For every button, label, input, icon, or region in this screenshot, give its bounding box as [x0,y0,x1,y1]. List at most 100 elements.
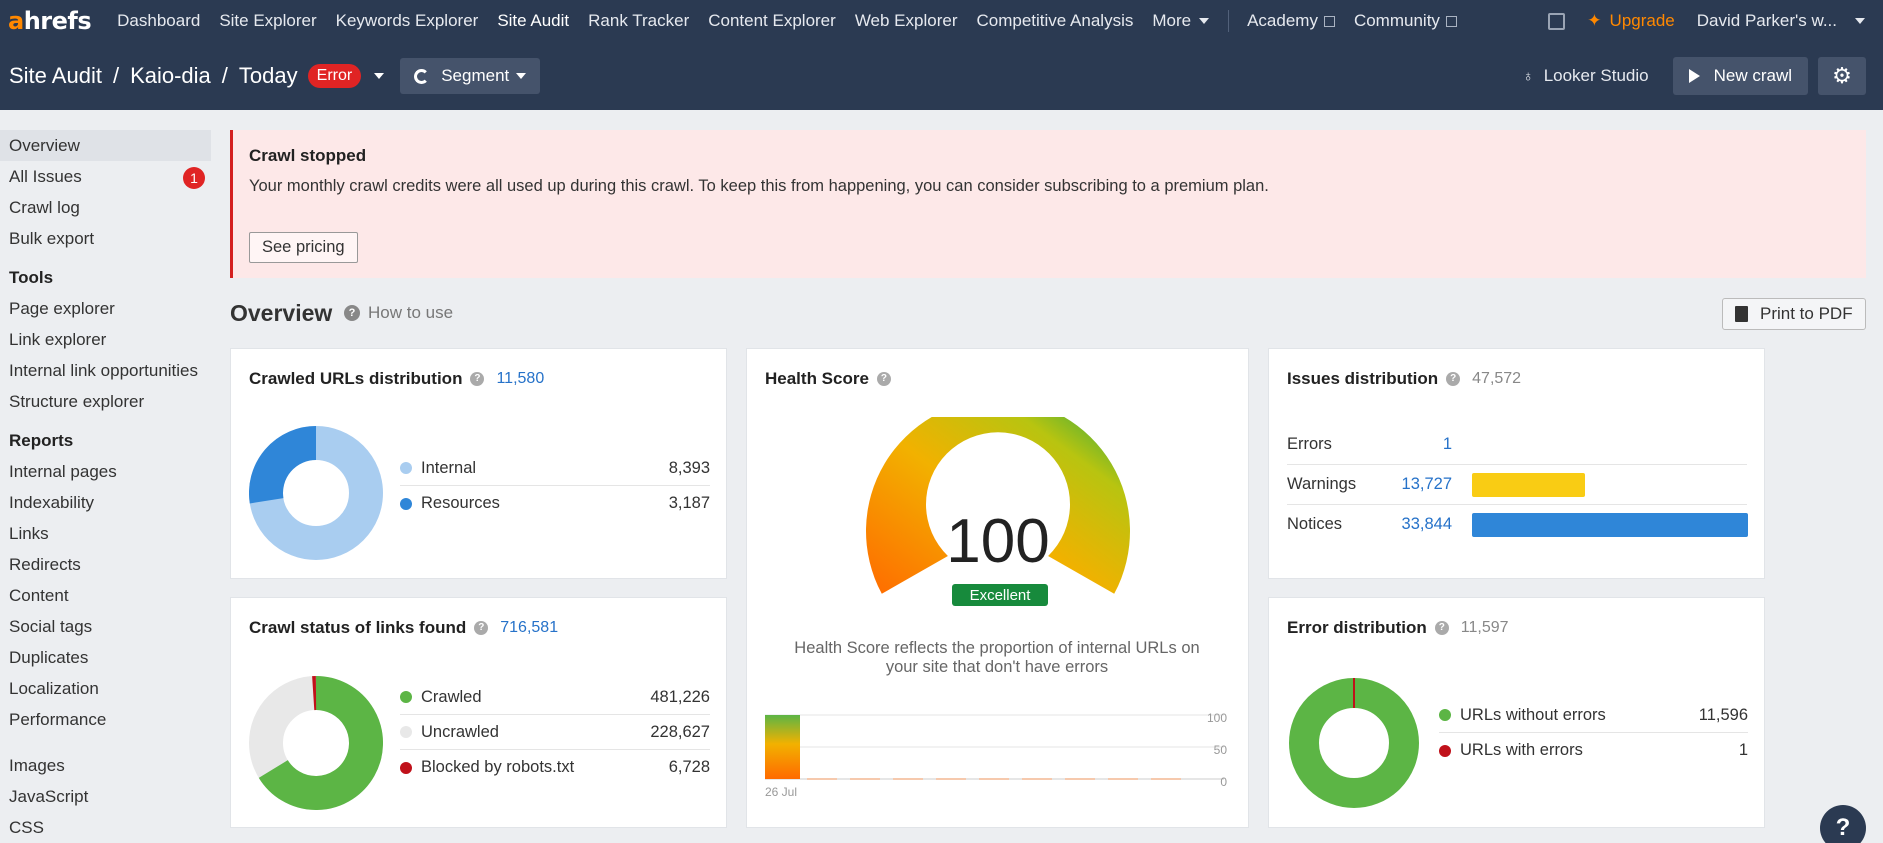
sidebar-item-internal-link-opportunities[interactable]: Internal link opportunities [0,355,212,386]
issues-distribution-card: Issues distribution? 47,572 Errors 1 Warni… [1268,348,1765,579]
issue-row-errors[interactable]: Errors 1 [1287,425,1747,465]
breadcrumb-project[interactable]: Kaio-dia [130,63,211,89]
legend-dot [400,691,412,703]
breadcrumb: Site Audit / Kaio-dia / Today Error [9,63,385,89]
legend-label: Crawled [421,687,482,706]
main-nav: Dashboard Site Explorer Keywords Explore… [117,10,1476,32]
sidebar-item-bulk-export[interactable]: Bulk export [0,223,212,254]
how-to-use-link[interactable]: ? How to use [344,303,453,323]
help-chat-button[interactable]: ? [1820,805,1866,843]
nav-divider [1228,10,1230,32]
crawled-urls-donut [249,426,383,560]
inbox-icon[interactable] [1548,12,1566,30]
sidebar-item-css[interactable]: CSS [0,812,212,843]
breadcrumb-crawl: Today [238,63,298,88]
nav-dashboard[interactable]: Dashboard [117,11,200,31]
sidebar-item-content[interactable]: Content [0,580,212,611]
sidebar-item-page-explorer[interactable]: Page explorer [0,293,212,324]
help-icon[interactable]: ? [1434,621,1449,635]
sidebar-item-indexability[interactable]: Indexability [0,487,212,518]
print-label: Print to PDF [1760,304,1853,323]
help-icon[interactable]: ? [470,372,485,386]
legend-row[interactable]: URLs with errors 1 [1439,733,1748,768]
print-to-pdf-button[interactable]: Print to PDF [1722,298,1866,330]
sidebar-item-images[interactable]: Images [0,750,212,781]
sidebar-item-overview[interactable]: Overview [0,130,211,161]
nav-site-explorer[interactable]: Site Explorer [219,11,316,31]
legend-row[interactable]: Resources 3,187 [400,486,710,521]
sidebar-item-duplicates[interactable]: Duplicates [0,642,212,673]
card-title-label: Issues distribution [1287,369,1439,388]
issue-row-notices[interactable]: Notices 33,844 [1287,505,1748,545]
nav-site-audit[interactable]: Site Audit [497,11,569,31]
help-icon[interactable]: ? [474,621,489,635]
legend-row[interactable]: Uncrawled 228,627 [400,715,710,750]
user-menu[interactable]: David Parker's w... [1697,11,1837,31]
sidebar-item-crawl-log[interactable]: Crawl log [0,192,212,223]
issue-count[interactable]: 13,727 [1402,475,1452,494]
tick-label: 50 [1214,743,1228,757]
help-icon[interactable]: ? [876,372,891,386]
card-title: Crawl status of links found? 716,581 [249,618,558,638]
crawled-urls-legend: Internal 8,393 Resources 3,187 [400,451,710,521]
rating-label: Excellent [970,587,1032,604]
upgrade-link[interactable]: ✦ Upgrade [1587,11,1674,31]
sidebar-item-internal-pages[interactable]: Internal pages [0,456,212,487]
legend-row[interactable]: Internal 8,393 [400,451,710,486]
segment-button[interactable]: Segment [400,58,541,94]
history-bar[interactable] [765,715,800,779]
issue-count[interactable]: 33,844 [1402,515,1452,534]
donut-resources[interactable] [249,426,317,504]
sidebar-item-performance[interactable]: Performance [0,704,212,735]
nav-web-explorer[interactable]: Web Explorer [855,11,958,31]
total-count[interactable]: 716,581 [500,619,558,637]
chevron-down-icon[interactable] [374,73,385,79]
nav-keywords-explorer[interactable]: Keywords Explorer [336,11,479,31]
sidebar-item-label: All Issues [9,167,82,186]
see-pricing-button[interactable]: See pricing [249,232,358,263]
card-title-label: Crawled URLs distribution [249,369,463,388]
sidebar-item-redirects[interactable]: Redirects [0,549,212,580]
nav-content-explorer[interactable]: Content Explorer [708,11,836,31]
sidebar-item-javascript[interactable]: JavaScript [0,781,212,812]
ahrefs-logo[interactable]: a hrefs [8,7,92,35]
issue-row-warnings[interactable]: Warnings 13,727 [1287,465,1747,505]
sidebar-item-social-tags[interactable]: Social tags [0,611,212,642]
card-title: Issues distribution? 47,572 [1287,369,1521,389]
header-actions: ♁ Looker Studio New crawl ⚙ [1522,42,1883,110]
sidebar-heading-reports: Reports [9,431,74,450]
page-title: Overview [230,300,333,326]
nav-rank-tracker[interactable]: Rank Tracker [588,11,689,31]
chevron-down-icon[interactable] [1855,18,1865,24]
looker-studio-link[interactable]: ♁ Looker Studio [1522,66,1648,86]
nav-more[interactable]: More [1152,11,1210,31]
issue-count[interactable]: 1 [1443,435,1452,454]
total-count: 11,597 [1460,619,1509,636]
sidebar-item-links[interactable]: Links [0,518,212,549]
help-icon[interactable]: ? [1446,372,1461,386]
sidebar-item-structure-explorer[interactable]: Structure explorer [0,386,212,417]
sidebar-item-all-issues[interactable]: All Issues 1 [0,161,212,192]
project-header: Site Audit / Kaio-dia / Today Error Segm… [0,42,1883,110]
card-title-label: Error distribution [1287,618,1427,637]
nav-community[interactable]: Community [1354,11,1457,31]
total-count[interactable]: 11,580 [496,370,544,388]
legend-label: URLs without errors [1460,705,1606,724]
legend-value: 8,393 [668,458,710,477]
tick-label: 100 [1207,711,1227,725]
warnings-bar [1472,473,1585,497]
gear-icon[interactable]: ⚙ [1818,57,1866,95]
nav-academy[interactable]: Academy [1247,11,1335,31]
sidebar-item-localization[interactable]: Localization [0,673,212,704]
date-label: 26 Jul [765,785,797,799]
legend-row[interactable]: Blocked by robots.txt 6,728 [400,750,710,785]
health-score-value: 100 [946,507,1049,576]
breadcrumb-site-audit[interactable]: Site Audit [9,63,102,89]
legend-row[interactable]: URLs without errors 11,596 [1439,698,1748,733]
legend-row[interactable]: Crawled 481,226 [400,680,710,715]
sidebar-item-link-explorer[interactable]: Link explorer [0,324,212,355]
error-distribution-card: Error distribution? 11,597 URLs without e… [1268,597,1765,828]
new-crawl-button[interactable]: New crawl [1672,57,1808,95]
crawl-status-donut [249,676,383,810]
nav-competitive-analysis[interactable]: Competitive Analysis [977,11,1134,31]
